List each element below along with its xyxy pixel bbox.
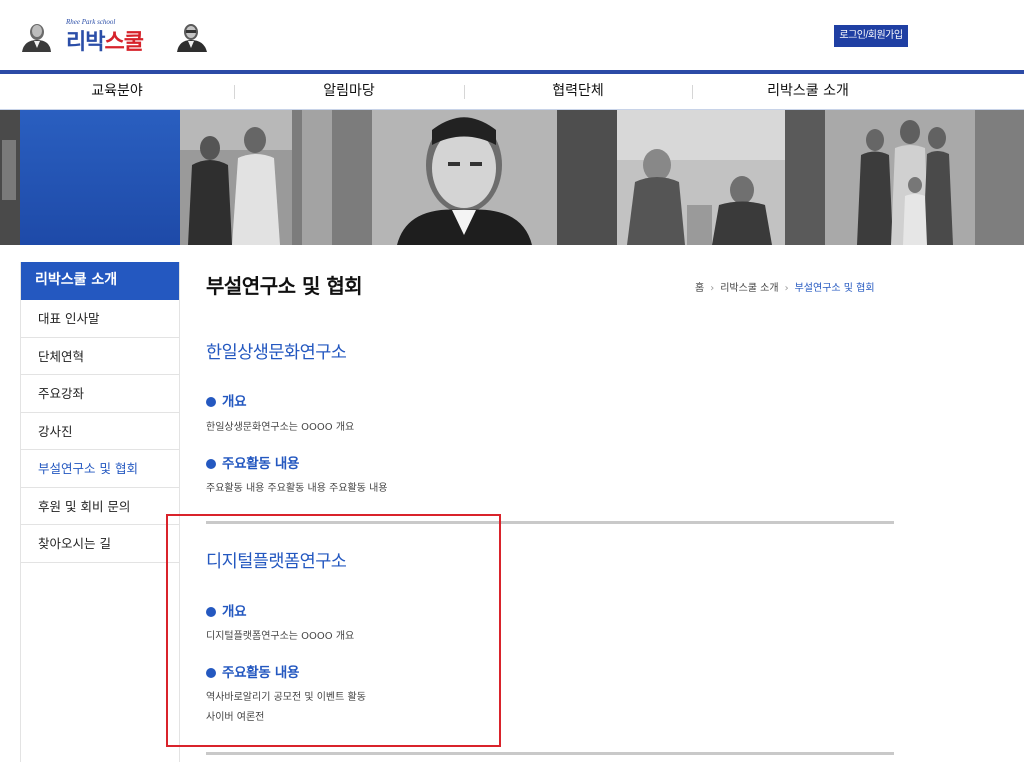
banner-photo-edge — [0, 110, 20, 245]
site-logo[interactable]: Rhee Park school 리박스쿨 — [20, 18, 210, 55]
banner-blue-panel — [20, 110, 180, 245]
banner-photo-crowd — [617, 110, 785, 245]
main-nav: 교육분야 알림마당 협력단체 리박스쿨 소개 — [0, 74, 1024, 110]
highlight-box — [166, 514, 501, 747]
sidebar-item-institutes[interactable]: 부설연구소 및 협회 — [21, 450, 179, 488]
breadcrumb-about[interactable]: 리박스쿨 소개 — [720, 283, 778, 294]
portrait-right-icon — [177, 24, 207, 52]
banner-photo-group — [180, 110, 292, 245]
page-title: 부설연구소 및 협회 — [206, 274, 363, 298]
overview-text: 한일상생문화연구소는 OOOO 개요 — [206, 422, 355, 433]
banner-photo-gray — [292, 110, 372, 245]
sidebar-heading: 리박스쿨 소개 — [21, 262, 179, 300]
nav-item-about[interactable]: 리박스쿨 소개 — [692, 74, 924, 110]
sidebar-item-donation[interactable]: 후원 및 회비 문의 — [21, 488, 179, 525]
sidebar-item-greeting[interactable]: 대표 인사말 — [21, 300, 179, 338]
breadcrumb: 홈 › 리박스쿨 소개 › 부설연구소 및 협회 — [695, 279, 875, 294]
login-signup-button[interactable]: 로그인/회원가입 — [834, 25, 908, 47]
banner-photo-gap — [785, 110, 825, 245]
nav-item-notice[interactable]: 알림마당 — [234, 74, 464, 110]
section-title-korea-japan: 한일상생문화연구소 — [206, 343, 347, 363]
activities-text: 주요활동 내용 주요활동 내용 주요활동 내용 — [206, 483, 388, 494]
chevron-right-icon: › — [784, 283, 789, 294]
nav-item-education[interactable]: 교육분야 — [0, 74, 234, 110]
breadcrumb-home[interactable]: 홈 — [695, 283, 704, 294]
logo-text: 리박스쿨 — [66, 30, 144, 55]
bullet-dot-icon — [206, 459, 216, 469]
banner-photo-portrait — [372, 110, 557, 245]
banner-photo-dark — [557, 110, 617, 245]
sidebar-item-courses[interactable]: 주요강좌 — [21, 375, 179, 413]
activities-heading: 주요활동 내용 — [206, 452, 299, 472]
sidebar-item-directions[interactable]: 찾아오시는 길 — [21, 525, 179, 563]
nav-item-partners[interactable]: 협력단체 — [464, 74, 692, 110]
sidebar-item-instructors[interactable]: 강사진 — [21, 413, 179, 450]
section-divider — [206, 752, 894, 755]
sidebar-item-history[interactable]: 단체연혁 — [21, 338, 179, 375]
sidebar: 리박스쿨 소개 대표 인사말 단체연혁 주요강좌 강사진 부설연구소 및 협회 … — [20, 262, 180, 762]
chevron-right-icon: › — [710, 283, 715, 294]
portrait-left-icon — [22, 24, 51, 52]
site-header: Rhee Park school 리박스쿨 로그인/회원가입 — [0, 0, 1024, 72]
banner-photo-family — [825, 110, 1024, 245]
bullet-dot-icon — [206, 397, 216, 407]
hero-banner — [0, 110, 1024, 245]
overview-heading: 개요 — [206, 390, 247, 410]
breadcrumb-current[interactable]: 부설연구소 및 협회 — [795, 283, 875, 294]
